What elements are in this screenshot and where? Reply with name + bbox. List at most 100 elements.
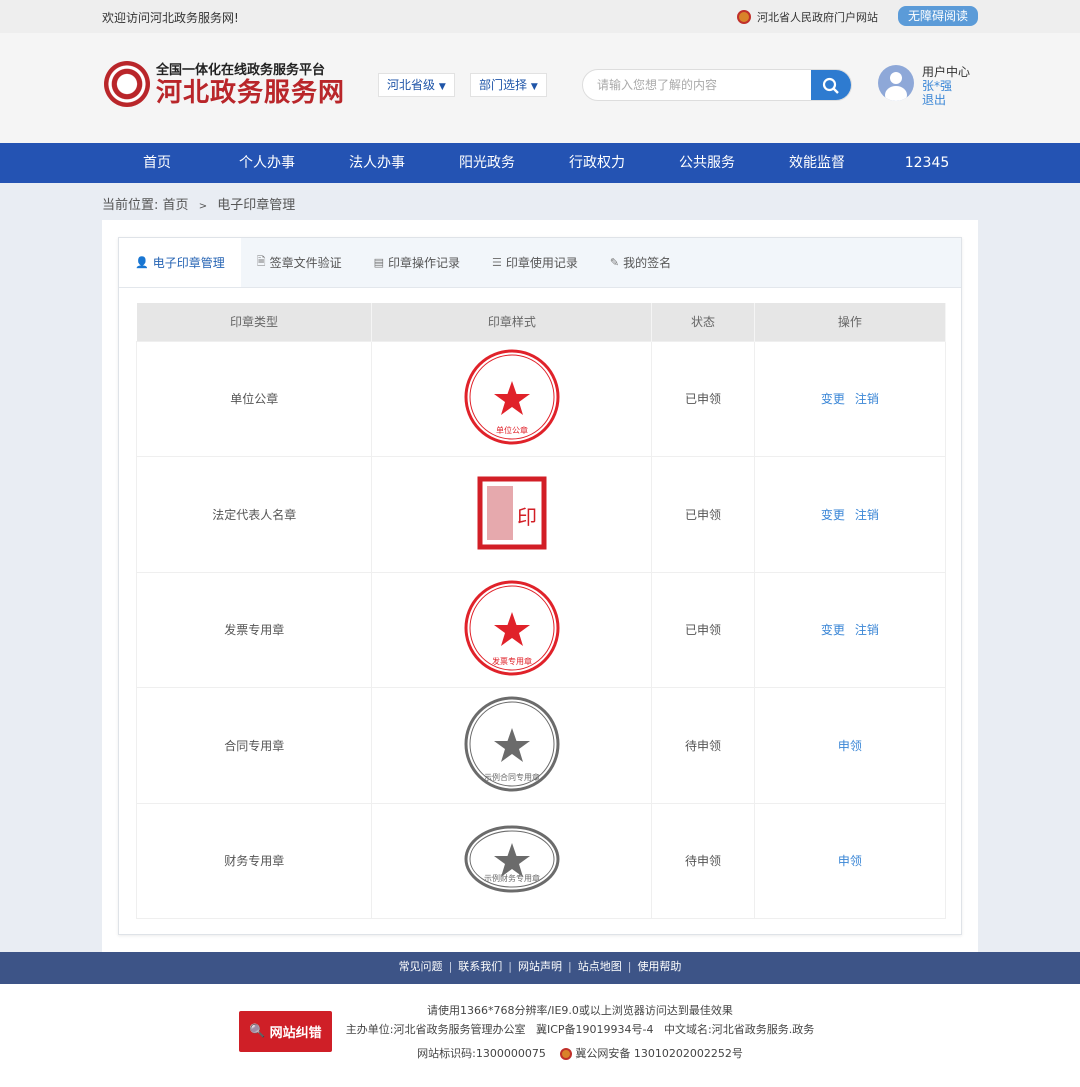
logo-title: 河北政务服务网 bbox=[156, 78, 346, 108]
user-name-link[interactable]: 张*强 bbox=[922, 79, 970, 93]
tab-label: 签章文件验证 bbox=[269, 256, 342, 270]
site-id: 网站标识码:1300000075 bbox=[417, 1047, 546, 1060]
nav-home[interactable]: 首页 bbox=[102, 143, 212, 183]
nav-administrative-power[interactable]: 行政权力 bbox=[542, 143, 652, 183]
footer-link[interactable]: 联系我们 bbox=[458, 960, 502, 973]
star-icon bbox=[493, 727, 530, 762]
table-row: 法定代表人名章印已申领 变更 注销 bbox=[135, 456, 947, 573]
department-select[interactable]: 部门选择 ▼ bbox=[470, 73, 547, 97]
breadcrumb: 当前位置: 首页 > 电子印章管理 bbox=[102, 194, 295, 213]
column-header: 印章类型 bbox=[136, 303, 373, 341]
seal-image: 单位公章 bbox=[464, 349, 560, 445]
seal-style: 印 bbox=[371, 456, 653, 573]
tab-operation-log[interactable]: ▤ 印章操作记录 bbox=[358, 238, 476, 287]
seal-type: 财务专用章 bbox=[135, 802, 373, 919]
search-button[interactable] bbox=[811, 70, 851, 100]
tab-label: 我的签名 bbox=[623, 256, 672, 270]
top-bar: 欢迎访问河北政务服务网! 河北省人民政府门户网站 无障碍阅读 bbox=[0, 0, 1080, 33]
nav-corporate[interactable]: 法人办事 bbox=[322, 143, 432, 183]
tab-bar: 👤 电子印章管理 🗎 签章文件验证 ▤ 印章操作记录 ☰ 印章使用记录 ✎ 我的签名 bbox=[119, 238, 961, 288]
seal-actions: 变更 注销 bbox=[753, 340, 947, 457]
footer: 🔍 网站纠错 请使用1366*768分辨率/IE9.0或以上浏览器访问达到最佳效果… bbox=[0, 984, 1080, 1087]
action-link[interactable]: 变更 bbox=[821, 623, 845, 637]
svg-text:印: 印 bbox=[517, 505, 537, 529]
nav-open-government[interactable]: 阳光政务 bbox=[432, 143, 542, 183]
browser-notice: 请使用1366*768分辨率/IE9.0或以上浏览器访问达到最佳效果 bbox=[427, 1004, 733, 1017]
legal-rep-seal-image: 印 bbox=[477, 476, 547, 550]
action-link[interactable]: 申领 bbox=[838, 854, 862, 868]
search-input[interactable] bbox=[597, 78, 807, 92]
table-row: 财务专用章示例财务专用章 待申领 申领 bbox=[135, 802, 947, 919]
tab-my-signature[interactable]: ✎ 我的签名 bbox=[594, 238, 687, 287]
action-link[interactable]: 注销 bbox=[855, 508, 879, 522]
seal-style: 发票专用章 bbox=[371, 571, 653, 688]
seal-caption: 示例财务专用章 bbox=[484, 873, 540, 883]
header: 全国一体化在线政务服务平台河北政务服务网 河北省级 ▼ 部门选择 ▼ 用户中心张… bbox=[0, 33, 1080, 143]
seal-style: 示例财务专用章 bbox=[371, 802, 653, 919]
tab-label: 印章使用记录 bbox=[505, 256, 578, 270]
seal-caption: 发票专用章 bbox=[492, 656, 532, 666]
tab-seal-management[interactable]: 👤 电子印章管理 bbox=[119, 238, 241, 287]
region-select[interactable]: 河北省级 ▼ bbox=[378, 73, 455, 97]
tab-document-verify[interactable]: 🗎 签章文件验证 bbox=[241, 238, 358, 287]
footer-link[interactable]: 站点地图 bbox=[578, 960, 622, 973]
seal-type: 发票专用章 bbox=[135, 571, 373, 688]
user-center-link[interactable]: 用户中心 bbox=[922, 65, 970, 79]
action-link[interactable]: 注销 bbox=[855, 392, 879, 406]
nav-12345[interactable]: 12345 bbox=[872, 143, 982, 183]
list-icon: ☰ bbox=[492, 256, 502, 269]
search-icon bbox=[822, 77, 839, 94]
action-link[interactable]: 申领 bbox=[838, 739, 862, 753]
main-nav: 首页 个人办事 法人办事 阳光政务 行政权力 公共服务 效能监督 12345 bbox=[0, 143, 1080, 183]
gov-portal-link[interactable]: 河北省人民政府门户网站 bbox=[737, 9, 878, 25]
seal-image: 发票专用章 bbox=[464, 580, 560, 676]
search-box bbox=[582, 69, 852, 101]
footer-links: 常见问题 | 联系我们 | 网站声明 | 站点地图 | 使用帮助 bbox=[0, 952, 1080, 984]
caret-down-icon: ▼ bbox=[530, 82, 538, 92]
action-link[interactable]: 注销 bbox=[855, 623, 879, 637]
breadcrumb-label: 当前位置: bbox=[102, 198, 159, 213]
seal-image: 示例合同专用章 bbox=[464, 696, 560, 792]
column-header: 印章样式 bbox=[371, 303, 653, 341]
divider: | bbox=[568, 960, 572, 973]
breadcrumb-current: 电子印章管理 bbox=[217, 198, 296, 213]
tab-usage-log[interactable]: ☰ 印章使用记录 bbox=[476, 238, 594, 287]
action-link[interactable]: 变更 bbox=[821, 508, 845, 522]
star-icon bbox=[493, 381, 530, 416]
tab-label: 电子印章管理 bbox=[152, 256, 225, 270]
footer-link[interactable]: 常见问题 bbox=[399, 960, 443, 973]
seal-status: 待申领 bbox=[651, 802, 755, 919]
pen-icon: ✎ bbox=[609, 256, 620, 269]
action-link[interactable]: 变更 bbox=[821, 392, 845, 406]
divider: | bbox=[448, 960, 453, 973]
nav-supervision[interactable]: 效能监督 bbox=[762, 143, 872, 183]
police-badge-icon bbox=[559, 1048, 572, 1060]
footer-link[interactable]: 网站声明 bbox=[518, 960, 562, 973]
logo-subtitle: 全国一体化在线政务服务平台 bbox=[156, 63, 326, 78]
seal-status: 已申领 bbox=[651, 456, 755, 573]
footer-link[interactable]: 使用帮助 bbox=[637, 960, 681, 973]
avatar[interactable] bbox=[878, 65, 914, 101]
seal-type: 单位公章 bbox=[135, 340, 373, 457]
seal-card: 👤 电子印章管理 🗎 签章文件验证 ▤ 印章操作记录 ☰ 印章使用记录 ✎ 我的签名 印章… bbox=[118, 237, 962, 935]
nav-public-service[interactable]: 公共服务 bbox=[652, 143, 762, 183]
column-header: 状态 bbox=[651, 303, 755, 341]
site-logo[interactable]: 全国一体化在线政务服务平台 河北政务服务网 bbox=[104, 59, 345, 108]
document-check-icon: 🗎 bbox=[256, 255, 266, 268]
accessibility-button[interactable]: 无障碍阅读 bbox=[898, 6, 978, 26]
breadcrumb-home[interactable]: 首页 bbox=[163, 198, 189, 213]
department-label: 部门选择 bbox=[479, 78, 528, 92]
column-header: 操作 bbox=[754, 303, 947, 341]
clipboard-icon: ▤ bbox=[373, 256, 384, 269]
breadcrumb-separator: > bbox=[198, 201, 208, 212]
national-emblem-icon bbox=[737, 10, 751, 24]
police-record[interactable]: 冀公网安备 13010202002252号 bbox=[575, 1047, 742, 1060]
nav-personal[interactable]: 个人办事 bbox=[212, 143, 322, 183]
caret-down-icon: ▼ bbox=[438, 82, 446, 92]
divider: | bbox=[508, 960, 512, 973]
star-icon bbox=[493, 612, 530, 647]
star-icon bbox=[493, 843, 530, 878]
divider: | bbox=[627, 960, 632, 973]
logout-link[interactable]: 退出 bbox=[922, 93, 970, 107]
seal-caption: 示例合同专用章 bbox=[484, 772, 540, 782]
